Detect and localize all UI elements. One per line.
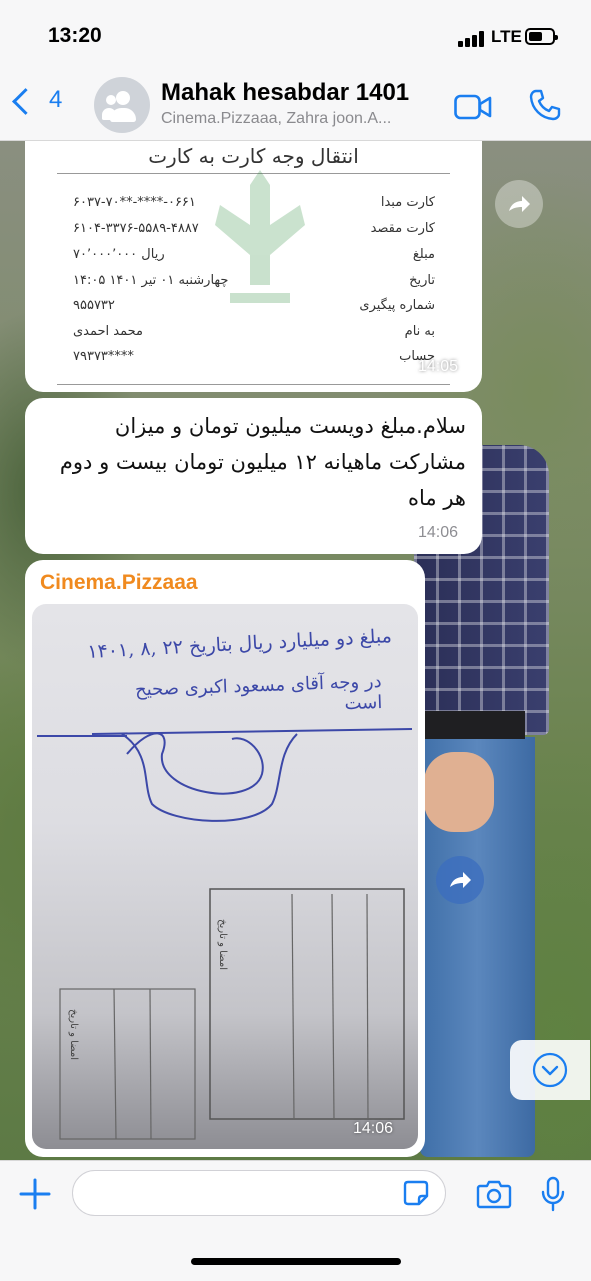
receipt-value: ۹۵۵۷۳۲ bbox=[73, 298, 115, 313]
receipt-label: کارت مقصد bbox=[370, 221, 435, 236]
receipt-value: ۷۰٬۰۰۰٬۰۰۰ ریال bbox=[73, 247, 165, 262]
background-photo-belt bbox=[420, 711, 525, 739]
chat-title[interactable]: Mahak hesabdar 1401 bbox=[161, 79, 409, 107]
sticker-icon[interactable] bbox=[402, 1179, 430, 1207]
chat-header: 4 Mahak hesabdar 1401 Cinema.Pizzaaa, Za… bbox=[0, 70, 591, 141]
receipt-label: مبلغ bbox=[412, 247, 435, 262]
background-photo-hand bbox=[424, 752, 494, 832]
message-time: 14:06 bbox=[353, 1120, 394, 1137]
chevron-down-icon bbox=[532, 1052, 568, 1088]
message-time: 14:06 bbox=[418, 524, 459, 541]
form-signature-label: امضا و تاریخ bbox=[67, 1009, 79, 1060]
forward-icon bbox=[450, 872, 471, 888]
message-input-bar bbox=[0, 1160, 591, 1281]
message-time: 14:05 bbox=[418, 358, 459, 375]
receipt-label: شماره پیگیری bbox=[359, 298, 435, 313]
phone-icon[interactable] bbox=[528, 88, 562, 122]
receipt-image-message[interactable]: انتقال وجه کارت به کارت کارت مبدا ۶۰۳۷-۷۰… bbox=[25, 140, 482, 392]
back-button[interactable]: 4 bbox=[10, 86, 63, 115]
chevron-left-icon bbox=[12, 87, 39, 115]
home-indicator bbox=[191, 1258, 401, 1265]
receipt-value: محمد احمدی bbox=[73, 324, 143, 339]
network-label: LTE bbox=[491, 27, 522, 46]
sender-name[interactable]: Cinema.Pizzaaa bbox=[40, 571, 198, 595]
forward-button[interactable] bbox=[495, 180, 543, 228]
chat-background: انتقال وجه کارت به کارت کارت مبدا ۶۰۳۷-۷۰… bbox=[0, 140, 591, 1160]
signal-icon bbox=[458, 31, 484, 47]
receipt-label: تاریخ bbox=[409, 273, 435, 288]
message-input[interactable] bbox=[72, 1170, 446, 1216]
group-avatar-icon[interactable] bbox=[94, 77, 150, 133]
status-time: 13:20 bbox=[48, 24, 102, 47]
chat-participants[interactable]: Cinema.Pizzaaa, Zahra joon.A... bbox=[161, 110, 391, 128]
receipt-divider bbox=[57, 384, 450, 385]
receipt-value: ۶۱۰۴-۳۳۷۶-۵۵۸۹-۴۸۸۷ bbox=[73, 221, 199, 236]
receipt-label: کارت مبدا bbox=[380, 195, 435, 210]
receipt-value: ۷۹۳۷۳**** bbox=[73, 349, 134, 364]
form-signature-label: امضا و تاریخ bbox=[216, 919, 228, 970]
text-message[interactable]: سلام.مبلغ دویست میلیون تومان و میزان مشا… bbox=[25, 398, 482, 554]
plus-icon[interactable] bbox=[18, 1177, 52, 1211]
forward-button[interactable] bbox=[436, 856, 484, 904]
bank-logo-watermark bbox=[215, 170, 305, 303]
unread-count: 4 bbox=[49, 86, 63, 113]
scroll-to-bottom-button[interactable] bbox=[510, 1040, 590, 1100]
receipt-label: به نام bbox=[404, 324, 435, 339]
forward-icon bbox=[509, 196, 530, 212]
status-bar: 13:20 LTE bbox=[0, 0, 591, 70]
message-text: سلام.مبلغ دویست میلیون تومان و میزان مشا… bbox=[59, 414, 466, 510]
battery-icon bbox=[525, 28, 558, 45]
receipt-value: چهارشنبه ۰۱ تیر ۱۴۰۱ ۱۴:۰۵ bbox=[73, 273, 229, 288]
handwritten-note-photo[interactable]: مبلغ دو میلیارد ریال بتاریخ ۲۲ ,۸ ,۱۴۰۱ … bbox=[32, 604, 418, 1149]
receipt-value: ۶۰۳۷-۷۰**-****-۰۶۶۱ bbox=[73, 195, 196, 210]
camera-icon[interactable] bbox=[476, 1179, 512, 1209]
image-message[interactable]: Cinema.Pizzaaa مبلغ دو میلیارد ریال بتار… bbox=[25, 560, 425, 1157]
video-call-icon[interactable] bbox=[454, 94, 492, 120]
microphone-icon[interactable] bbox=[540, 1176, 566, 1212]
